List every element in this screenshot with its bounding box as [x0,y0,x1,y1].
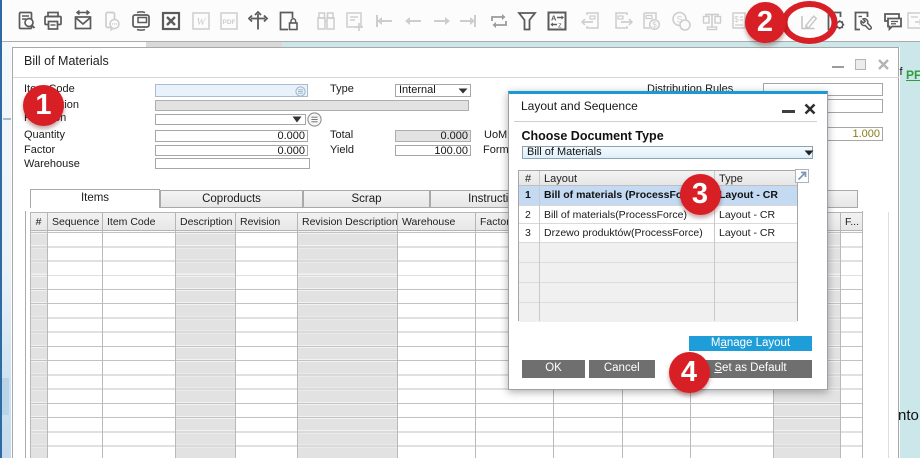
svg-text:A: A [551,14,557,23]
svg-text:$: $ [652,21,657,30]
svg-text:$: $ [734,15,739,24]
svg-text:PDF: PDF [223,19,236,26]
svg-text:z: z [558,21,562,30]
svg-text:W: W [196,16,206,28]
